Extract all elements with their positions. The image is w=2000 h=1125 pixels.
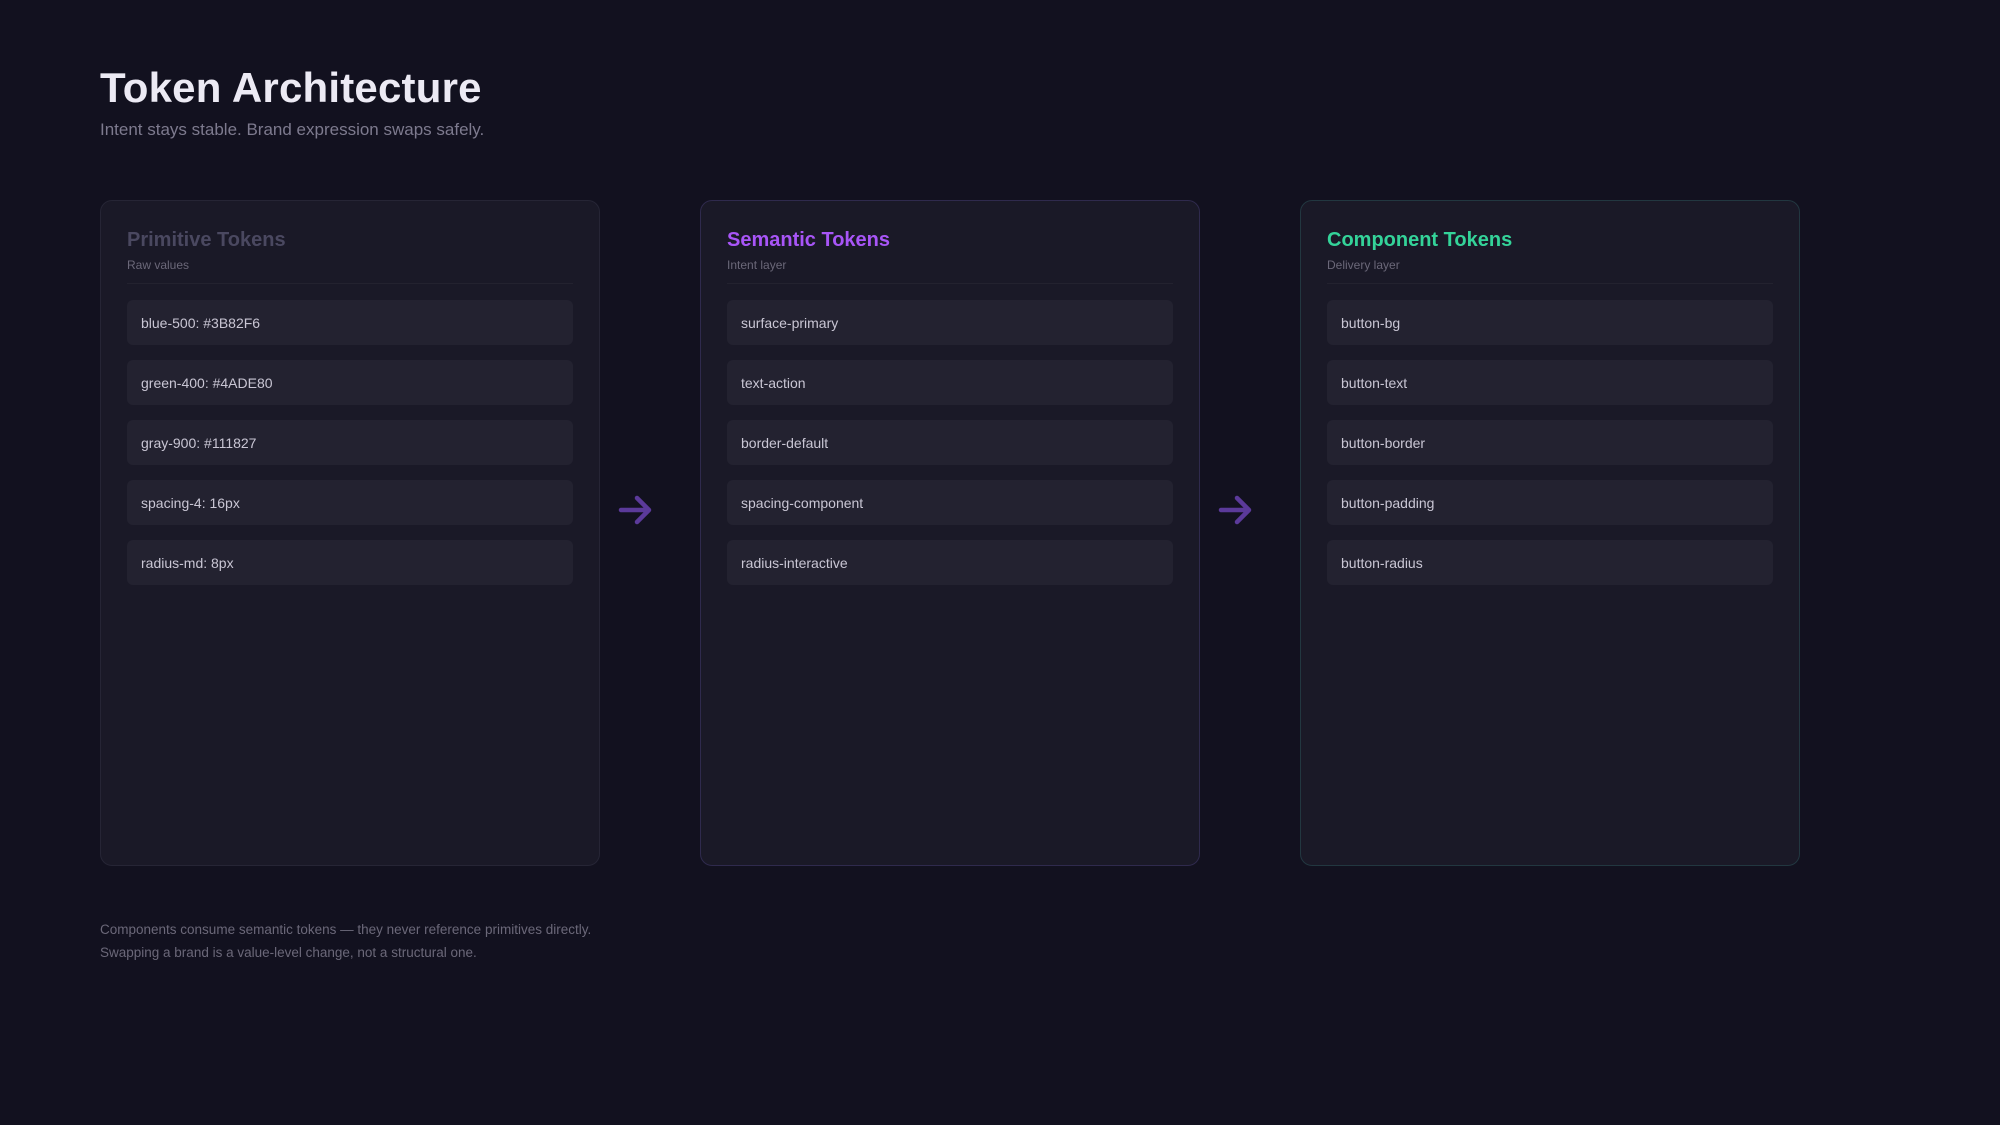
token-item: button-bg — [1327, 300, 1773, 345]
footnote: Components consume semantic tokens — the… — [100, 918, 591, 964]
arrow-right-icon — [618, 495, 652, 525]
panel-divider — [727, 283, 1173, 284]
panel-title: Component Tokens — [1327, 229, 1513, 251]
token-item: text-action — [727, 360, 1173, 405]
token-item: border-default — [727, 420, 1173, 465]
token-item: gray-900: #111827 — [127, 420, 573, 465]
arrow-right-icon — [1218, 495, 1252, 525]
token-item: button-radius — [1327, 540, 1773, 585]
token-item: button-border — [1327, 420, 1773, 465]
token-list: button-bg button-text button-border butt… — [1327, 300, 1773, 585]
panel-divider — [127, 283, 573, 284]
page-title: Token Architecture — [100, 64, 482, 111]
token-item: green-400: #4ADE80 — [127, 360, 573, 405]
panel-subtitle: Delivery layer — [1327, 258, 1400, 272]
token-item: blue-500: #3B82F6 — [127, 300, 573, 345]
panel-title: Primitive Tokens — [127, 229, 286, 251]
page-subtitle: Intent stays stable. Brand expression sw… — [100, 120, 485, 139]
token-item: button-padding — [1327, 480, 1773, 525]
token-item: surface-primary — [727, 300, 1173, 345]
component-tokens-panel: Component Tokens Delivery layer button-b… — [1300, 200, 1800, 866]
token-item: spacing-component — [727, 480, 1173, 525]
footnote-line: Components consume semantic tokens — the… — [100, 922, 592, 937]
panel-divider — [1327, 283, 1773, 284]
token-item: radius-md: 8px — [127, 540, 573, 585]
token-list: blue-500: #3B82F6 green-400: #4ADE80 gra… — [127, 300, 573, 585]
token-item: spacing-4: 16px — [127, 480, 573, 525]
token-item: radius-interactive — [727, 540, 1173, 585]
panel-subtitle: Intent layer — [727, 258, 787, 272]
semantic-tokens-panel: Semantic Tokens Intent layer surface-pri… — [700, 200, 1200, 866]
footnote-line: Swapping a brand is a value-level change… — [100, 945, 477, 960]
primitive-tokens-panel: Primitive Tokens Raw values blue-500: #3… — [100, 200, 600, 866]
token-list: surface-primary text-action border-defau… — [727, 300, 1173, 585]
panel-title: Semantic Tokens — [727, 229, 891, 251]
panel-subtitle: Raw values — [127, 258, 190, 272]
token-item: button-text — [1327, 360, 1773, 405]
